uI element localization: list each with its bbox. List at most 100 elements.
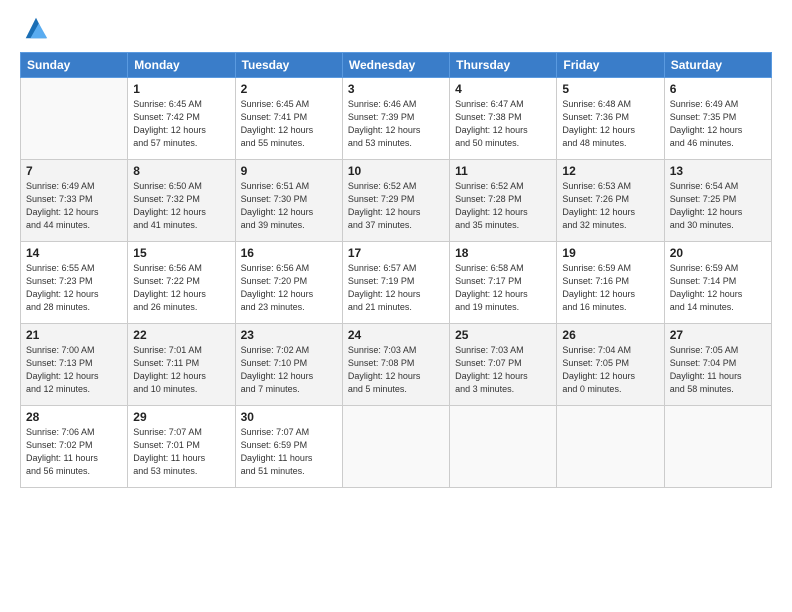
calendar-cell xyxy=(450,406,557,488)
day-number: 6 xyxy=(670,82,766,96)
day-info: Sunrise: 6:45 AM Sunset: 7:42 PM Dayligh… xyxy=(133,98,229,150)
day-number: 25 xyxy=(455,328,551,342)
calendar-cell: 28 Sunrise: 7:06 AM Sunset: 7:02 PM Dayli… xyxy=(21,406,128,488)
calendar-week-row: 14 Sunrise: 6:55 AM Sunset: 7:23 PM Dayli… xyxy=(21,242,772,324)
day-info: Sunrise: 6:53 AM Sunset: 7:26 PM Dayligh… xyxy=(562,180,658,232)
calendar-cell: 13 Sunrise: 6:54 AM Sunset: 7:25 PM Dayli… xyxy=(664,160,771,242)
calendar-cell: 6 Sunrise: 6:49 AM Sunset: 7:35 PM Daylig… xyxy=(664,78,771,160)
calendar-week-row: 28 Sunrise: 7:06 AM Sunset: 7:02 PM Dayli… xyxy=(21,406,772,488)
day-info: Sunrise: 6:48 AM Sunset: 7:36 PM Dayligh… xyxy=(562,98,658,150)
calendar-cell: 12 Sunrise: 6:53 AM Sunset: 7:26 PM Dayli… xyxy=(557,160,664,242)
day-number: 15 xyxy=(133,246,229,260)
day-info: Sunrise: 7:01 AM Sunset: 7:11 PM Dayligh… xyxy=(133,344,229,396)
calendar-week-row: 1 Sunrise: 6:45 AM Sunset: 7:42 PM Daylig… xyxy=(21,78,772,160)
day-info: Sunrise: 7:05 AM Sunset: 7:04 PM Dayligh… xyxy=(670,344,766,396)
day-info: Sunrise: 6:56 AM Sunset: 7:20 PM Dayligh… xyxy=(241,262,337,314)
calendar-cell: 21 Sunrise: 7:00 AM Sunset: 7:13 PM Dayli… xyxy=(21,324,128,406)
calendar-table: SundayMondayTuesdayWednesdayThursdayFrid… xyxy=(20,52,772,488)
day-info: Sunrise: 6:55 AM Sunset: 7:23 PM Dayligh… xyxy=(26,262,122,314)
day-number: 29 xyxy=(133,410,229,424)
day-info: Sunrise: 6:45 AM Sunset: 7:41 PM Dayligh… xyxy=(241,98,337,150)
logo-icon xyxy=(22,14,50,42)
calendar-cell: 25 Sunrise: 7:03 AM Sunset: 7:07 PM Dayli… xyxy=(450,324,557,406)
day-number: 11 xyxy=(455,164,551,178)
day-info: Sunrise: 6:54 AM Sunset: 7:25 PM Dayligh… xyxy=(670,180,766,232)
day-info: Sunrise: 6:52 AM Sunset: 7:28 PM Dayligh… xyxy=(455,180,551,232)
calendar-cell: 3 Sunrise: 6:46 AM Sunset: 7:39 PM Daylig… xyxy=(342,78,449,160)
weekday-header-sunday: Sunday xyxy=(21,53,128,78)
day-info: Sunrise: 7:04 AM Sunset: 7:05 PM Dayligh… xyxy=(562,344,658,396)
weekday-header-friday: Friday xyxy=(557,53,664,78)
day-info: Sunrise: 6:59 AM Sunset: 7:14 PM Dayligh… xyxy=(670,262,766,314)
header xyxy=(20,16,772,42)
calendar-cell: 16 Sunrise: 6:56 AM Sunset: 7:20 PM Dayli… xyxy=(235,242,342,324)
calendar-week-row: 21 Sunrise: 7:00 AM Sunset: 7:13 PM Dayli… xyxy=(21,324,772,406)
day-info: Sunrise: 7:03 AM Sunset: 7:07 PM Dayligh… xyxy=(455,344,551,396)
day-number: 5 xyxy=(562,82,658,96)
day-number: 1 xyxy=(133,82,229,96)
calendar-cell: 8 Sunrise: 6:50 AM Sunset: 7:32 PM Daylig… xyxy=(128,160,235,242)
day-number: 10 xyxy=(348,164,444,178)
day-info: Sunrise: 7:06 AM Sunset: 7:02 PM Dayligh… xyxy=(26,426,122,478)
day-number: 27 xyxy=(670,328,766,342)
day-number: 8 xyxy=(133,164,229,178)
calendar-cell: 11 Sunrise: 6:52 AM Sunset: 7:28 PM Dayli… xyxy=(450,160,557,242)
day-number: 18 xyxy=(455,246,551,260)
day-number: 23 xyxy=(241,328,337,342)
day-info: Sunrise: 6:46 AM Sunset: 7:39 PM Dayligh… xyxy=(348,98,444,150)
calendar-cell: 10 Sunrise: 6:52 AM Sunset: 7:29 PM Dayli… xyxy=(342,160,449,242)
day-info: Sunrise: 6:52 AM Sunset: 7:29 PM Dayligh… xyxy=(348,180,444,232)
day-info: Sunrise: 7:03 AM Sunset: 7:08 PM Dayligh… xyxy=(348,344,444,396)
day-info: Sunrise: 6:57 AM Sunset: 7:19 PM Dayligh… xyxy=(348,262,444,314)
day-number: 30 xyxy=(241,410,337,424)
day-number: 14 xyxy=(26,246,122,260)
day-number: 28 xyxy=(26,410,122,424)
calendar-cell xyxy=(342,406,449,488)
day-number: 16 xyxy=(241,246,337,260)
day-number: 13 xyxy=(670,164,766,178)
calendar-cell xyxy=(21,78,128,160)
day-number: 20 xyxy=(670,246,766,260)
day-number: 4 xyxy=(455,82,551,96)
calendar-cell: 30 Sunrise: 7:07 AM Sunset: 6:59 PM Dayli… xyxy=(235,406,342,488)
calendar-cell: 4 Sunrise: 6:47 AM Sunset: 7:38 PM Daylig… xyxy=(450,78,557,160)
calendar-cell: 7 Sunrise: 6:49 AM Sunset: 7:33 PM Daylig… xyxy=(21,160,128,242)
weekday-header-saturday: Saturday xyxy=(664,53,771,78)
calendar-cell: 5 Sunrise: 6:48 AM Sunset: 7:36 PM Daylig… xyxy=(557,78,664,160)
calendar-week-row: 7 Sunrise: 6:49 AM Sunset: 7:33 PM Daylig… xyxy=(21,160,772,242)
calendar-cell: 19 Sunrise: 6:59 AM Sunset: 7:16 PM Dayli… xyxy=(557,242,664,324)
weekday-header-wednesday: Wednesday xyxy=(342,53,449,78)
calendar-cell: 20 Sunrise: 6:59 AM Sunset: 7:14 PM Dayli… xyxy=(664,242,771,324)
weekday-header-row: SundayMondayTuesdayWednesdayThursdayFrid… xyxy=(21,53,772,78)
day-info: Sunrise: 6:50 AM Sunset: 7:32 PM Dayligh… xyxy=(133,180,229,232)
calendar-cell: 24 Sunrise: 7:03 AM Sunset: 7:08 PM Dayli… xyxy=(342,324,449,406)
day-number: 19 xyxy=(562,246,658,260)
day-info: Sunrise: 6:47 AM Sunset: 7:38 PM Dayligh… xyxy=(455,98,551,150)
day-info: Sunrise: 7:00 AM Sunset: 7:13 PM Dayligh… xyxy=(26,344,122,396)
day-info: Sunrise: 6:49 AM Sunset: 7:33 PM Dayligh… xyxy=(26,180,122,232)
calendar-cell: 14 Sunrise: 6:55 AM Sunset: 7:23 PM Dayli… xyxy=(21,242,128,324)
day-number: 21 xyxy=(26,328,122,342)
day-number: 22 xyxy=(133,328,229,342)
day-info: Sunrise: 7:02 AM Sunset: 7:10 PM Dayligh… xyxy=(241,344,337,396)
day-info: Sunrise: 6:59 AM Sunset: 7:16 PM Dayligh… xyxy=(562,262,658,314)
day-info: Sunrise: 6:49 AM Sunset: 7:35 PM Dayligh… xyxy=(670,98,766,150)
weekday-header-monday: Monday xyxy=(128,53,235,78)
calendar-cell xyxy=(664,406,771,488)
day-info: Sunrise: 7:07 AM Sunset: 6:59 PM Dayligh… xyxy=(241,426,337,478)
day-info: Sunrise: 7:07 AM Sunset: 7:01 PM Dayligh… xyxy=(133,426,229,478)
day-info: Sunrise: 6:51 AM Sunset: 7:30 PM Dayligh… xyxy=(241,180,337,232)
day-number: 3 xyxy=(348,82,444,96)
day-number: 12 xyxy=(562,164,658,178)
day-number: 24 xyxy=(348,328,444,342)
weekday-header-thursday: Thursday xyxy=(450,53,557,78)
calendar-cell: 18 Sunrise: 6:58 AM Sunset: 7:17 PM Dayli… xyxy=(450,242,557,324)
calendar-cell: 27 Sunrise: 7:05 AM Sunset: 7:04 PM Dayli… xyxy=(664,324,771,406)
day-number: 7 xyxy=(26,164,122,178)
calendar-cell: 17Sunrise: 6:57 AM Sunset: 7:19 PM Dayli… xyxy=(342,242,449,324)
weekday-header-tuesday: Tuesday xyxy=(235,53,342,78)
calendar-cell: 9Sunrise: 6:51 AM Sunset: 7:30 PM Daylig… xyxy=(235,160,342,242)
day-info: Sunrise: 6:58 AM Sunset: 7:17 PM Dayligh… xyxy=(455,262,551,314)
calendar-cell: 22 Sunrise: 7:01 AM Sunset: 7:11 PM Dayli… xyxy=(128,324,235,406)
calendar-cell: 15Sunrise: 6:56 AM Sunset: 7:22 PM Dayli… xyxy=(128,242,235,324)
